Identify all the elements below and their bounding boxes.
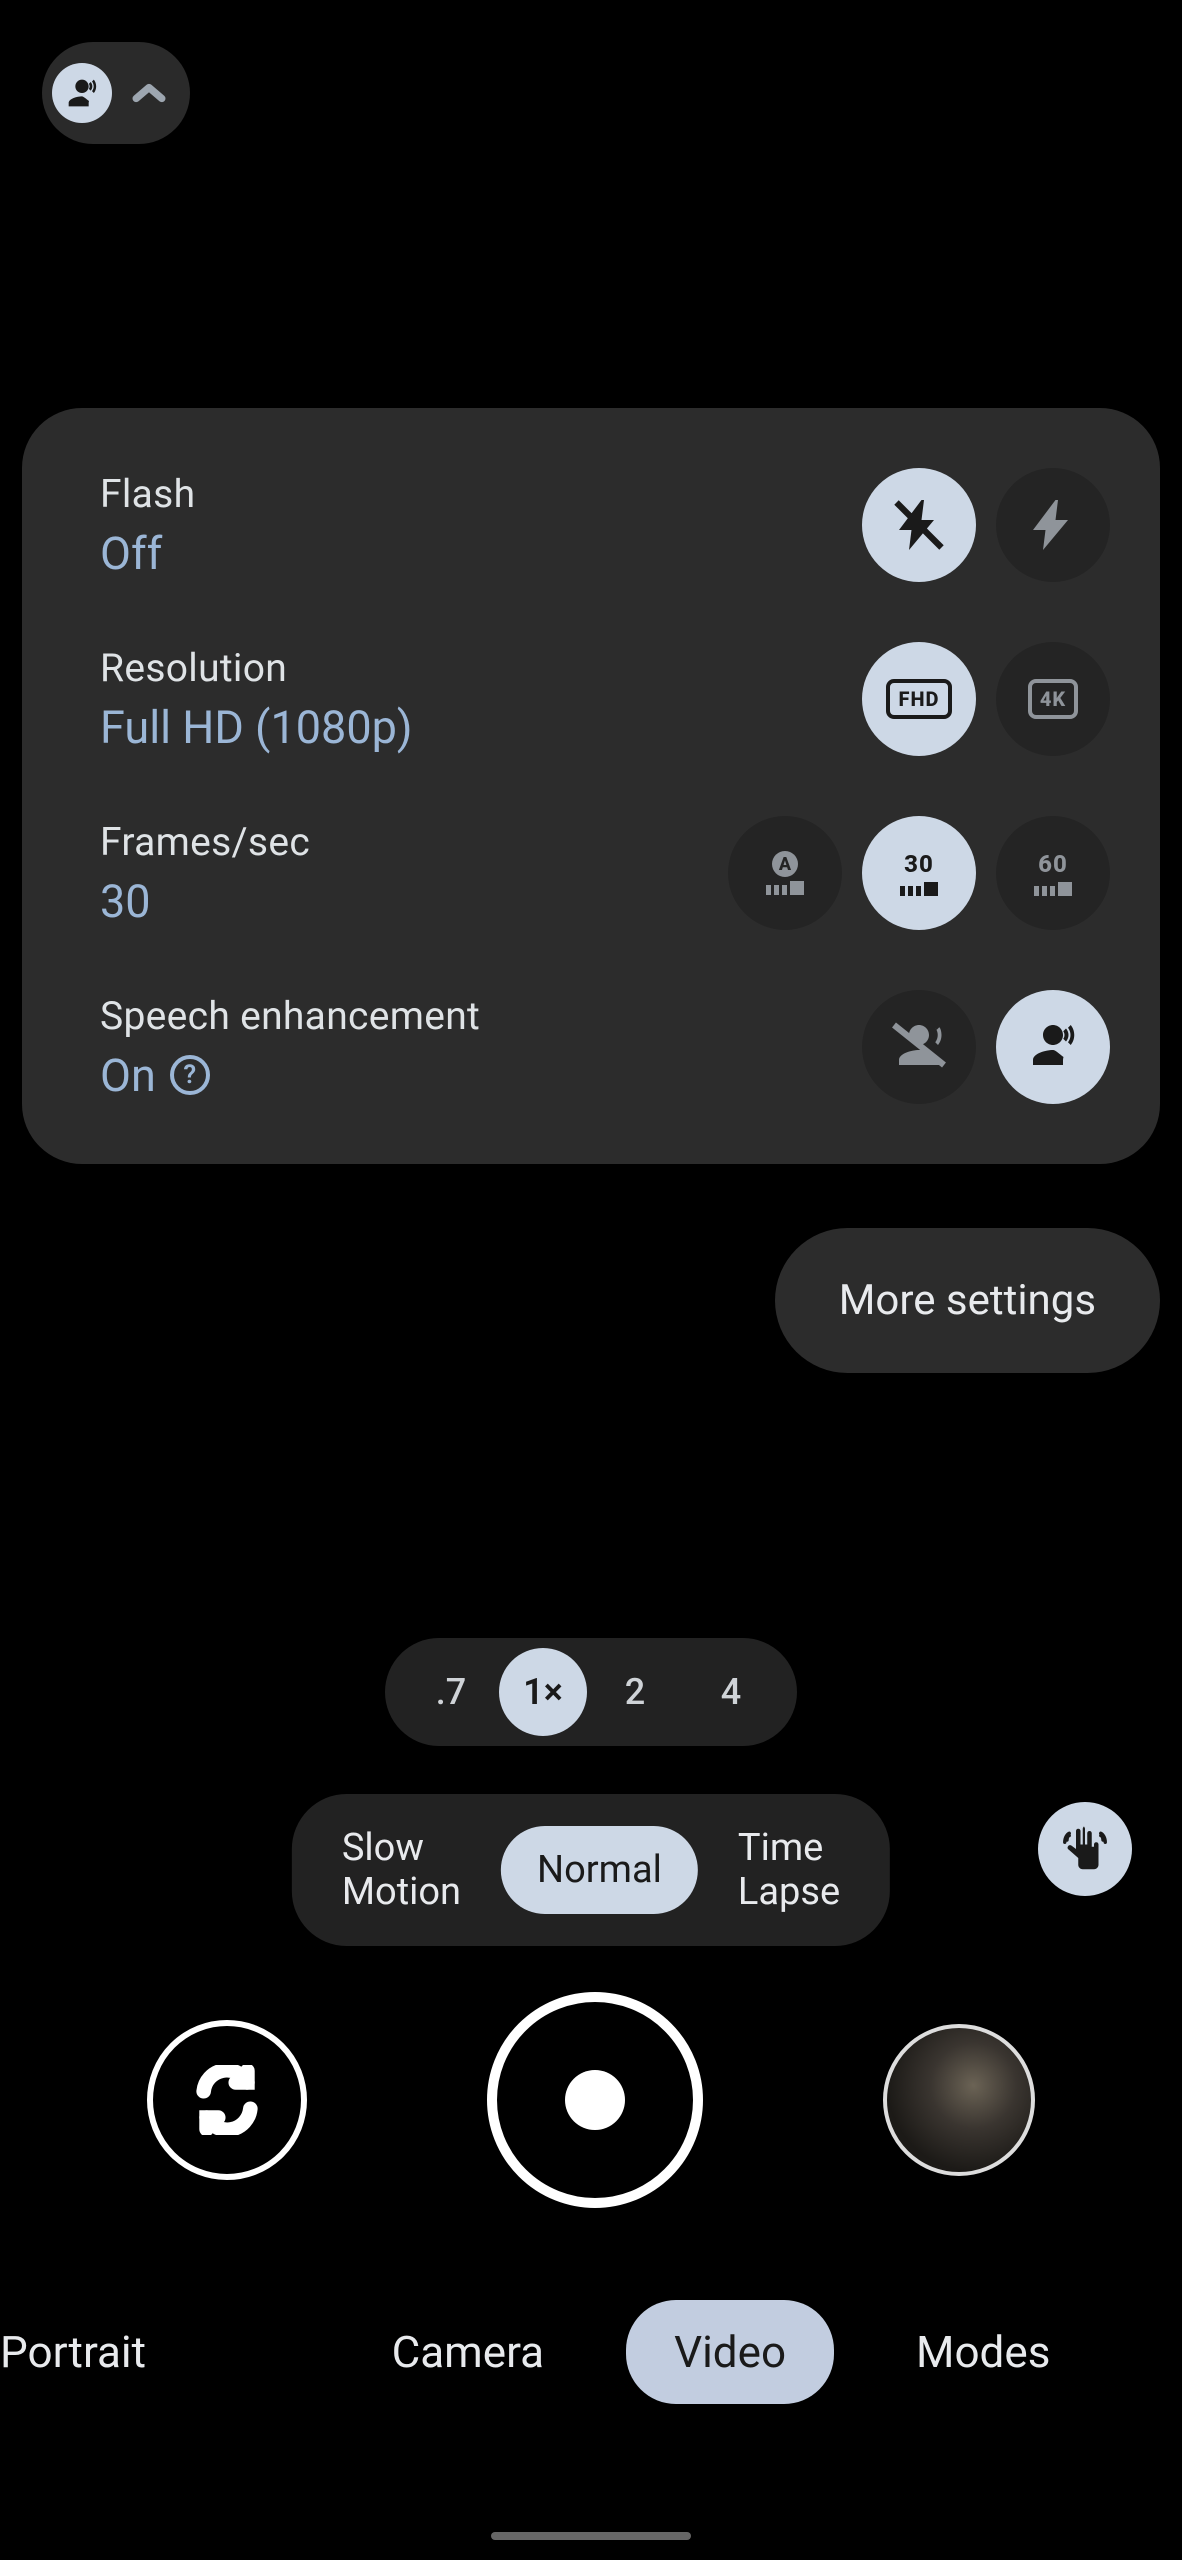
- fps-30-icon: 30: [904, 850, 934, 878]
- zoom-selector: .7 1× 2 4: [385, 1638, 797, 1746]
- palm-icon: [1058, 1822, 1112, 1876]
- zoom-4x[interactable]: 4: [683, 1648, 779, 1736]
- speech-value: On: [100, 1049, 156, 1102]
- fps-label: Frames/sec: [100, 819, 310, 865]
- setting-row-flash: Flash Off: [100, 468, 1110, 582]
- switch-camera-button[interactable]: [147, 2020, 307, 2180]
- gallery-thumbnail[interactable]: [883, 2024, 1035, 2176]
- tab-camera[interactable]: Camera: [360, 2300, 576, 2404]
- video-quick-settings-panel: Flash Off Resolution Full HD (1080p) FHD…: [22, 408, 1160, 1164]
- mode-normal[interactable]: Normal: [501, 1826, 698, 1914]
- tab-video[interactable]: Video: [626, 2300, 834, 2404]
- mode-slow-motion[interactable]: Slow Motion: [306, 1804, 497, 1936]
- resolution-4k-button[interactable]: 4K: [996, 642, 1110, 756]
- quick-settings-pill[interactable]: [42, 42, 190, 144]
- resolution-value: Full HD (1080p): [100, 701, 413, 754]
- flip-camera-icon: [192, 2065, 262, 2135]
- zoom-0.7x[interactable]: .7: [403, 1648, 499, 1736]
- 4k-icon: 4K: [1028, 679, 1078, 719]
- fps-30-button[interactable]: 30: [862, 816, 976, 930]
- flash-label: Flash: [100, 471, 195, 517]
- zoom-2x[interactable]: 2: [587, 1648, 683, 1736]
- mode-time-lapse[interactable]: Time Lapse: [702, 1804, 876, 1936]
- fps-value: 30: [100, 875, 310, 928]
- setting-row-speech: Speech enhancement On ?: [100, 990, 1110, 1104]
- speech-off-button[interactable]: [862, 990, 976, 1104]
- setting-row-resolution: Resolution Full HD (1080p) FHD 4K: [100, 642, 1110, 756]
- chevron-up-icon[interactable]: [124, 71, 174, 115]
- fps-auto-icon: A: [772, 851, 798, 877]
- resolution-label: Resolution: [100, 645, 413, 691]
- home-indicator[interactable]: [491, 2532, 691, 2540]
- fps-60-icon: 60: [1038, 850, 1068, 878]
- tab-modes[interactable]: Modes: [884, 2300, 1082, 2404]
- speech-label: Speech enhancement: [100, 993, 480, 1039]
- fps-auto-button[interactable]: A: [728, 816, 842, 930]
- record-button[interactable]: [487, 1992, 703, 2208]
- more-settings-button[interactable]: More settings: [775, 1228, 1160, 1373]
- fhd-icon: FHD: [886, 679, 951, 719]
- camera-mode-tabs: Portrait Portrait Camera Video Modes: [0, 2300, 1182, 2404]
- speech-enhancement-indicator-icon[interactable]: [52, 63, 112, 123]
- flash-value: Off: [100, 527, 195, 580]
- resolution-fhd-button[interactable]: FHD: [862, 642, 976, 756]
- palm-timer-button[interactable]: [1038, 1802, 1132, 1896]
- fps-60-button[interactable]: 60: [996, 816, 1110, 930]
- speech-on-button[interactable]: [996, 990, 1110, 1104]
- speech-on-icon: [1023, 1015, 1083, 1079]
- shutter-controls: [0, 1992, 1182, 2208]
- record-dot-icon: [565, 2070, 625, 2130]
- video-mode-selector: Slow Motion Normal Time Lapse: [292, 1794, 890, 1946]
- help-icon[interactable]: ?: [170, 1055, 210, 1095]
- flash-off-button[interactable]: [862, 468, 976, 582]
- speech-off-icon: [889, 1015, 949, 1079]
- setting-row-fps: Frames/sec 30 A 30 60: [100, 816, 1110, 930]
- zoom-1x[interactable]: 1×: [499, 1648, 587, 1736]
- tab-portrait[interactable]: Portrait: [0, 2300, 178, 2404]
- flash-on-button[interactable]: [996, 468, 1110, 582]
